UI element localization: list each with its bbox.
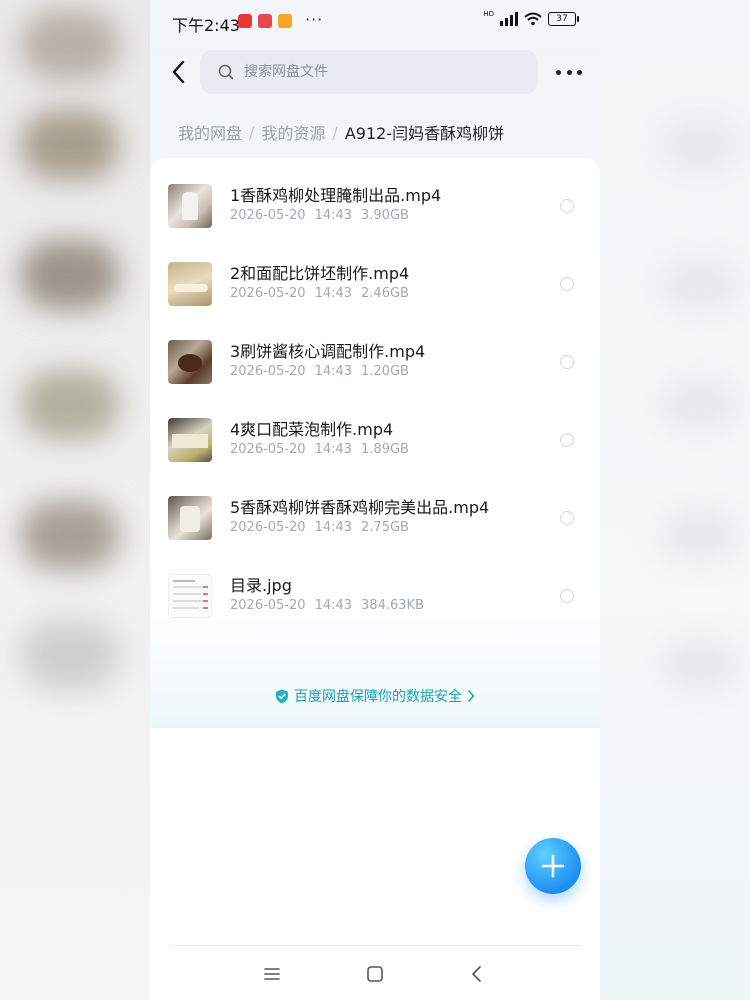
file-meta: 2026-05-20 14:43 384.63KB: [230, 598, 424, 613]
select-radio[interactable]: [560, 199, 574, 213]
list-item[interactable]: 5香酥鸡柳饼香酥鸡柳完美出品.mp4 2026-05-20 14:43 2.75GB: [150, 496, 600, 574]
select-radio[interactable]: [560, 355, 574, 369]
file-name: 5香酥鸡柳饼香酥鸡柳完美出品.mp4: [230, 498, 490, 517]
file-meta: 2026-05-20 14:43 3.90GB: [230, 208, 409, 223]
file-meta: 2026-05-20 14:43 2.46GB: [230, 286, 409, 301]
list-item[interactable]: 3刷饼酱核心调配制作.mp4 2026-05-20 14:43 1.20GB: [150, 340, 600, 418]
breadcrumb-item-resources[interactable]: 我的资源: [261, 120, 325, 144]
app-notification-icon: [278, 14, 292, 28]
file-list: 1香酥鸡柳处理腌制出品.mp4 2026-05-20 14:43 3.90GB 2和…: [150, 158, 600, 728]
file-meta: 2026-05-20 14:43 1.89GB: [230, 442, 409, 457]
list-item[interactable]: 2和面配比饼坯制作.mp4 2026-05-20 14:43 2.46GB: [150, 262, 600, 340]
hd-network-label: HD: [483, 10, 494, 18]
menu-icon[interactable]: [262, 964, 282, 984]
plus-icon: [541, 854, 565, 878]
security-banner[interactable]: 百度网盘保障你的数据安全: [150, 686, 600, 706]
battery-icon: 37: [548, 12, 579, 26]
video-thumbnail: [168, 184, 212, 228]
file-meta: 2026-05-20 14:43 1.20GB: [230, 364, 409, 379]
back-arrow-icon[interactable]: [166, 58, 194, 86]
select-radio[interactable]: [560, 277, 574, 291]
select-radio[interactable]: [560, 511, 574, 525]
file-meta: 2026-05-20 14:43 2.75GB: [230, 520, 409, 535]
top-bar: [150, 50, 600, 96]
list-item[interactable]: 目录.jpg 2026-05-20 14:43 384.63KB: [150, 574, 600, 652]
video-thumbnail: [168, 418, 212, 462]
breadcrumb-separator: /: [249, 122, 255, 142]
image-thumbnail: [168, 574, 212, 618]
breadcrumb-item-root[interactable]: 我的网盘: [178, 120, 242, 144]
blurred-background-left: [0, 0, 150, 1000]
file-name: 4爽口配菜泡制作.mp4: [230, 420, 394, 439]
search-bar[interactable]: [200, 50, 538, 94]
file-name: 3刷饼酱核心调配制作.mp4: [230, 342, 426, 361]
breadcrumb-item-current: A912-闫妈香酥鸡柳饼: [344, 124, 505, 143]
add-button[interactable]: [525, 838, 581, 894]
list-item[interactable]: 4爽口配菜泡制作.mp4 2026-05-20 14:43 1.89GB: [150, 418, 600, 496]
search-input[interactable]: [242, 63, 506, 81]
video-thumbnail: [168, 262, 212, 306]
more-dots-icon[interactable]: [556, 60, 582, 84]
video-thumbnail: [168, 340, 212, 384]
select-radio[interactable]: [560, 589, 574, 603]
more-notifications-icon: ···: [305, 10, 324, 29]
search-icon: [218, 64, 234, 80]
signal-icon: [500, 12, 518, 26]
status-time: 下午2:43: [172, 16, 240, 35]
blurred-background-right: [600, 0, 750, 1000]
file-name: 1香酥鸡柳处理腌制出品.mp4: [230, 186, 442, 205]
app-notification-icon: [258, 14, 272, 28]
video-thumbnail: [168, 496, 212, 540]
app-screen: 下午2:43 ··· HD 37 搜索网盘文件 我的网盘 / 我的资源 / A9…: [150, 0, 600, 1000]
app-notification-icon: [238, 14, 252, 28]
home-square-icon[interactable]: [365, 964, 385, 984]
system-nav-bar: [170, 945, 580, 1000]
select-radio[interactable]: [560, 433, 574, 447]
back-chevron-icon[interactable]: [467, 964, 487, 984]
security-text: 百度网盘保障你的数据安全: [294, 689, 462, 705]
chevron-right-icon: [468, 690, 475, 702]
file-name: 目录.jpg: [230, 576, 292, 595]
status-bar: 下午2:43 ··· HD 37: [150, 0, 600, 44]
wifi-icon: [524, 12, 542, 26]
list-item[interactable]: 1香酥鸡柳处理腌制出品.mp4 2026-05-20 14:43 3.90GB: [150, 184, 600, 262]
shield-icon: [276, 689, 288, 703]
breadcrumb: 我的网盘 / 我的资源 / A912-闫妈香酥鸡柳饼: [178, 120, 504, 144]
file-name: 2和面配比饼坯制作.mp4: [230, 264, 410, 283]
breadcrumb-separator: /: [332, 122, 338, 142]
